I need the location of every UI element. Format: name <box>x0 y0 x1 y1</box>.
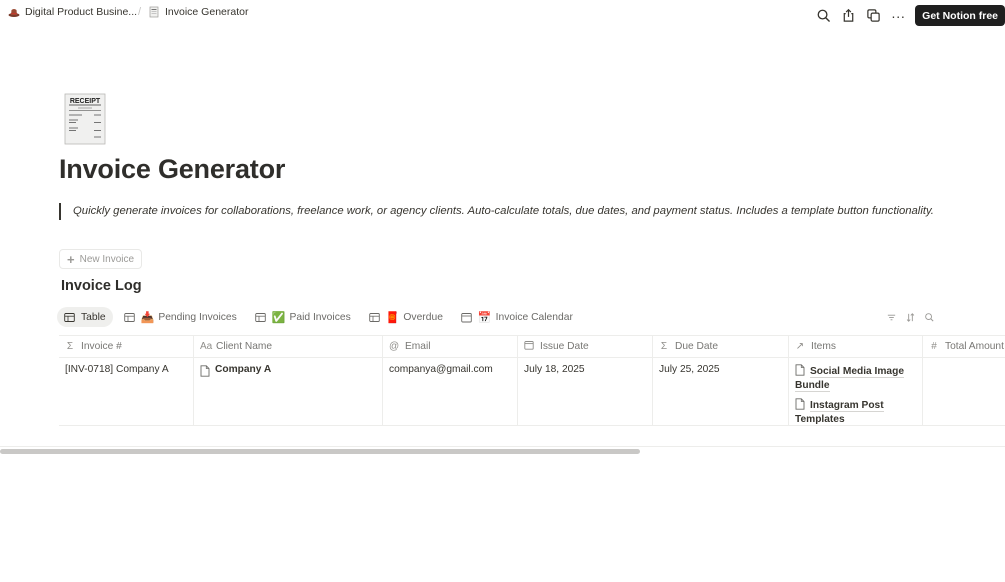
search-icon[interactable] <box>923 311 935 323</box>
view-tools <box>878 311 935 323</box>
more-icon[interactable]: ··· <box>889 7 907 25</box>
search-icon[interactable] <box>814 7 832 25</box>
cell-total-amount[interactable] <box>923 358 1005 425</box>
view-tab-table[interactable]: Table <box>57 307 113 327</box>
formula-icon: Σ <box>660 341 668 352</box>
client-page-title: Company A <box>215 364 272 375</box>
view-tabs: Table 📥 Pending Invoices ✅ Paid Invoices… <box>57 307 584 327</box>
check-mark-icon: ✅ <box>271 311 286 324</box>
table-icon <box>64 312 75 322</box>
column-header-label: Email <box>405 341 431 352</box>
cell-due-date[interactable]: July 25, 2025 <box>653 358 789 425</box>
calendar-icon: 📅 <box>477 311 492 324</box>
table-icon <box>123 312 135 322</box>
page-description-quote: Quickly generate invoices for collaborat… <box>59 203 934 220</box>
breadcrumb-separator: / <box>138 6 142 18</box>
calendar-view-icon <box>461 312 472 322</box>
view-tab-label: Table <box>81 311 106 323</box>
view-tab-label: Pending Invoices <box>158 311 237 323</box>
cell-issue-date[interactable]: July 18, 2025 <box>518 358 653 425</box>
share-icon[interactable] <box>839 7 857 25</box>
top-actions: ··· Get Notion free <box>807 5 1005 26</box>
number-property-icon: # <box>931 341 937 352</box>
sort-icon[interactable] <box>904 311 916 323</box>
column-header-email[interactable]: @ Email <box>383 336 518 357</box>
view-tab-label: Paid Invoices <box>289 311 351 323</box>
title-property-icon: Aa <box>200 341 213 352</box>
item-relation-link[interactable]: Social Media Image Bundle <box>795 364 916 393</box>
plus-icon: + <box>67 251 75 267</box>
breadcrumb-page-label: Invoice Generator <box>165 6 249 18</box>
duplicate-icon[interactable] <box>864 7 882 25</box>
table-row[interactable]: [INV-0718] Company A Company A companya@… <box>59 358 1005 426</box>
receipt-small-icon <box>148 6 160 18</box>
table-icon <box>368 312 380 322</box>
column-header-due-date[interactable]: Σ Due Date <box>653 336 789 357</box>
item-relation-title: Social Media Image Bundle <box>795 366 904 392</box>
scrollbar-thumb[interactable] <box>0 449 640 454</box>
table-header-row: Σ Invoice # Aa Client Name @ Email Issue… <box>59 335 1005 358</box>
database-title[interactable]: Invoice Log <box>61 278 142 294</box>
calendar-property-icon <box>524 340 534 353</box>
view-tab-label: Invoice Calendar <box>495 311 573 323</box>
cell-invoice-number[interactable]: [INV-0718] Company A <box>59 358 194 425</box>
new-invoice-label: New Invoice <box>79 253 135 265</box>
client-page-link[interactable]: Company A <box>200 364 376 377</box>
column-header-label: Due Date <box>675 341 719 352</box>
view-tab-pending-invoices[interactable]: 📥 Pending Invoices <box>117 307 244 327</box>
view-tab-invoice-calendar[interactable]: 📅 Invoice Calendar <box>454 307 580 327</box>
page-icon <box>795 398 805 410</box>
breadcrumb-workspace-label: Digital Product Busine... <box>25 6 138 18</box>
inbox-tray-icon: 📥 <box>140 311 155 324</box>
invoice-table: Σ Invoice # Aa Client Name @ Email Issue… <box>59 335 1005 426</box>
column-header-label: Issue Date <box>540 341 589 352</box>
cell-client-name[interactable]: Company A <box>194 358 383 425</box>
get-notion-free-button[interactable]: Get Notion free <box>915 5 1005 26</box>
view-tab-label: Overdue <box>403 311 443 323</box>
table-icon <box>255 312 266 322</box>
relation-icon: ↗ <box>795 341 805 352</box>
horizontal-scrollbar[interactable] <box>0 446 1005 454</box>
column-header-label: Client Name <box>216 341 273 352</box>
formula-icon: Σ <box>66 341 74 352</box>
view-tab-overdue[interactable]: 🧧 Overdue <box>362 307 450 327</box>
column-header-items[interactable]: ↗ Items <box>789 336 923 357</box>
item-relation-link[interactable]: Instagram Post Templates <box>795 398 916 425</box>
receipt-icon[interactable]: RECEIPT <box>64 93 106 145</box>
cell-email[interactable]: companya@gmail.com <box>383 358 518 425</box>
item-relation-title: Instagram Post Templates <box>795 400 884 425</box>
column-header-label: Total Amount <box>945 341 1004 352</box>
cell-items[interactable]: Social Media Image Bundle Instagram Post… <box>789 358 923 425</box>
column-header-total-amount[interactable]: # Total Amount <box>923 336 1005 357</box>
breadcrumb-workspace[interactable]: Digital Product Busine... <box>8 6 137 18</box>
page-title: Invoice Generator <box>59 154 286 184</box>
page-icon <box>795 364 805 376</box>
column-header-client-name[interactable]: Aa Client Name <box>194 336 383 357</box>
red-envelope-icon: 🧧 <box>385 311 400 324</box>
workspace-hat-icon <box>8 6 20 18</box>
filter-icon[interactable] <box>885 311 897 323</box>
column-header-issue-date[interactable]: Issue Date <box>518 336 653 357</box>
email-property-icon: @ <box>389 341 400 352</box>
column-header-invoice[interactable]: Σ Invoice # <box>59 336 194 357</box>
column-header-label: Items <box>811 341 836 352</box>
page-icon <box>200 365 210 377</box>
new-invoice-button[interactable]: + New Invoice <box>59 249 143 269</box>
topbar: Digital Product Busine... / Invoice Gene… <box>0 0 1005 26</box>
receipt-icon-heading: RECEIPT <box>70 98 101 105</box>
breadcrumb-page[interactable]: Invoice Generator <box>148 6 248 18</box>
view-tab-paid-invoices[interactable]: ✅ Paid Invoices <box>248 307 358 327</box>
column-header-label: Invoice # <box>81 341 122 352</box>
